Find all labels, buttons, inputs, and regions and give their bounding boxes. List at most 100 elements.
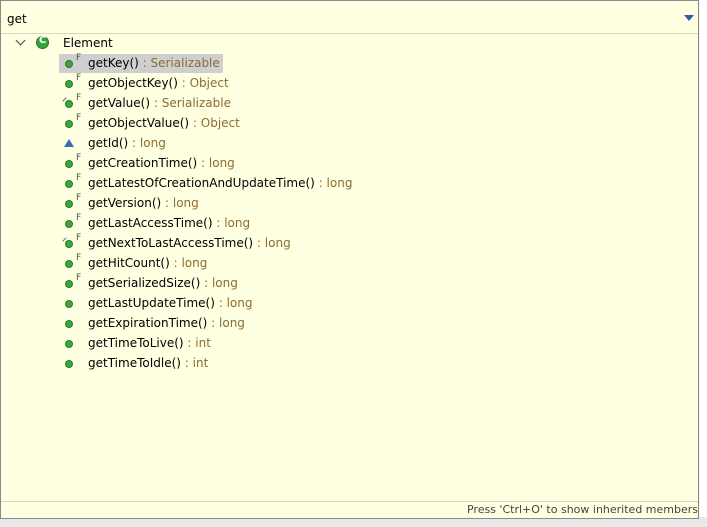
public-method-icon (65, 360, 73, 368)
status-hint: Press 'Ctrl+O' to show inherited members (466, 503, 698, 516)
final-overlay-icon: F (76, 93, 82, 103)
public-method-icon (65, 280, 73, 288)
member-name: getLatestOfCreationAndUpdateTime() (88, 176, 315, 190)
member-label: getVersion() : long (88, 194, 199, 213)
member-name: getCreationTime() (88, 156, 198, 170)
filter-input[interactable] (7, 10, 657, 28)
final-overlay-icon: F (76, 153, 82, 163)
final-overlay-icon: F (76, 53, 82, 63)
member-type: : long (169, 256, 208, 270)
root-label: Element (63, 36, 113, 50)
status-separator (1, 501, 698, 502)
member-label: getNextToLastAccessTime() : long (88, 234, 291, 253)
public-method-icon (65, 160, 73, 168)
public-method-icon (65, 340, 73, 348)
member-label: getId() : long (88, 134, 166, 153)
member-item[interactable]: getId() : long (59, 134, 459, 153)
member-name: getTimeToLive() (88, 336, 184, 350)
view-menu-arrow-icon[interactable] (684, 15, 694, 21)
public-method-icon (65, 220, 73, 228)
member-type: : long (214, 296, 253, 310)
member-item[interactable]: FgetLatestOfCreationAndUpdateTime() : lo… (59, 173, 459, 193)
member-label: getLastAccessTime() : long (88, 214, 250, 233)
member-type: : Object (177, 76, 229, 90)
member-label: getLastUpdateTime() : long (88, 294, 252, 313)
member-label: getHitCount() : long (88, 254, 207, 273)
member-type: : long (253, 236, 291, 250)
member-label: getTimeToLive() : int (88, 334, 211, 353)
member-name: getId() (88, 136, 129, 150)
member-name: getTimeToIdle() (88, 356, 181, 370)
member-name: getVersion() (88, 196, 162, 210)
member-label: getCreationTime() : long (88, 154, 235, 173)
member-type: : Serializable (138, 56, 220, 70)
member-label: getKey() : Serializable (88, 54, 220, 73)
member-item[interactable]: FgetObjectKey() : Object (59, 73, 459, 93)
member-name: getObjectKey() (88, 76, 178, 90)
member-type: : long (212, 216, 251, 230)
member-name: getLastAccessTime() (88, 216, 213, 230)
member-type: : int (183, 336, 211, 350)
member-name: getKey() (88, 56, 139, 70)
member-item[interactable]: getTimeToIdle() : int (59, 354, 459, 373)
expand-chevron-icon[interactable] (15, 35, 26, 46)
public-method-icon (65, 100, 73, 108)
final-overlay-icon: F (76, 273, 82, 283)
public-method-icon (65, 200, 73, 208)
member-item[interactable]: FgetHitCount() : long (59, 253, 459, 273)
quick-outline-popup: Element FgetKey() : SerializableFgetObje… (0, 0, 699, 519)
public-method-icon (65, 60, 73, 68)
member-name: getExpirationTime() (88, 316, 208, 330)
tree-root-row[interactable]: Element (1, 34, 698, 52)
member-type: : long (161, 196, 199, 210)
member-type: : long (200, 276, 238, 290)
member-name: getSerializedSize() (88, 276, 201, 290)
member-name: getNextToLastAccessTime() (88, 236, 254, 250)
member-type: : Object (189, 116, 240, 130)
final-overlay-icon: F (76, 253, 82, 263)
member-item[interactable]: FgetValue() : Serializable (59, 93, 459, 113)
class-icon (36, 35, 49, 49)
member-item[interactable]: getTimeToLive() : int (59, 334, 459, 353)
member-item[interactable]: FgetVersion() : long (59, 193, 459, 213)
member-label: getSerializedSize() : long (88, 274, 238, 293)
member-label: getObjectKey() : Object (88, 74, 229, 93)
member-name: getValue() (88, 96, 151, 110)
public-method-icon (65, 240, 73, 248)
public-method-icon (65, 120, 73, 128)
final-overlay-icon: F (76, 193, 82, 203)
member-item[interactable]: FgetCreationTime() : long (59, 153, 459, 173)
member-name: getHitCount() (88, 256, 170, 270)
member-label: getTimeToIdle() : int (88, 354, 208, 373)
member-type: : long (128, 136, 166, 150)
final-overlay-icon: F (76, 113, 82, 123)
member-item[interactable]: FgetNextToLastAccessTime() : long (59, 233, 459, 253)
member-type: : Serializable (150, 96, 231, 110)
public-method-icon (65, 260, 73, 268)
member-item[interactable]: FgetLastAccessTime() : long (59, 213, 459, 233)
protected-method-icon (64, 139, 74, 147)
public-method-icon (65, 80, 73, 88)
member-name: getObjectValue() (88, 116, 190, 130)
public-method-icon (65, 180, 73, 188)
member-label: getExpirationTime() : long (88, 314, 245, 333)
member-label: getValue() : Serializable (88, 94, 231, 113)
member-name: getLastUpdateTime() (88, 296, 215, 310)
member-type: : int (180, 356, 209, 370)
member-label: getLatestOfCreationAndUpdateTime() : lon… (88, 174, 352, 193)
member-item[interactable]: FgetSerializedSize() : long (59, 273, 459, 293)
member-type: : long (314, 176, 353, 190)
editor-gutter-right (700, 0, 707, 527)
member-label: getObjectValue() : Object (88, 114, 240, 133)
member-item[interactable]: getLastUpdateTime() : long (59, 294, 459, 313)
final-overlay-icon: F (76, 73, 82, 83)
public-method-icon (65, 320, 73, 328)
member-item[interactable]: FgetKey() : Serializable (59, 53, 459, 73)
member-item[interactable]: getExpirationTime() : long (59, 314, 459, 333)
final-overlay-icon: F (76, 173, 82, 183)
filter-row (1, 1, 698, 33)
final-overlay-icon: F (76, 213, 82, 223)
final-overlay-icon: F (76, 233, 82, 243)
public-method-icon (65, 300, 73, 308)
member-item[interactable]: FgetObjectValue() : Object (59, 113, 459, 133)
